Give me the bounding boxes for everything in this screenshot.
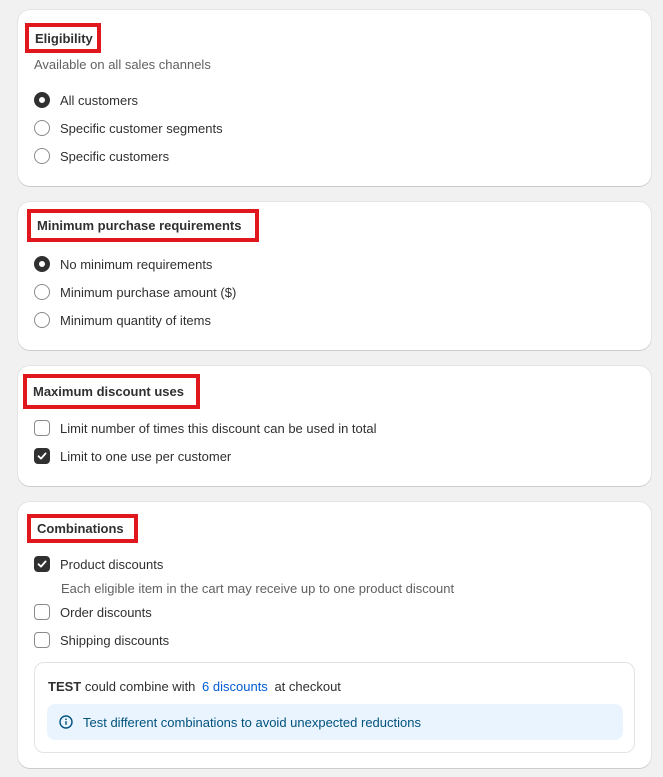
checkbox-label: Shipping discounts <box>60 632 170 648</box>
radio-all-customers[interactable]: All customers <box>34 92 138 108</box>
radio-label: Specific customer segments <box>60 120 223 136</box>
checkbox-label: Order discounts <box>60 604 152 620</box>
eligibility-subtitle: Available on all sales channels <box>34 57 211 72</box>
radio-no-minimum[interactable]: No minimum requirements <box>34 256 212 272</box>
summary-text-after: at checkout <box>274 679 341 694</box>
checkmark-icon <box>37 452 47 460</box>
minimum-purchase-title: Minimum purchase requirements <box>27 209 259 242</box>
discounts-link[interactable]: 6 discounts <box>202 679 268 694</box>
checkbox-checked[interactable] <box>34 556 50 572</box>
info-banner: Test different combinations to avoid une… <box>47 704 623 740</box>
product-discounts-help-text: Each eligible item in the cart may recei… <box>61 581 455 596</box>
checkbox-label: Limit to one use per customer <box>60 448 232 464</box>
combinations-card: Combinations Product discounts Each elig… <box>18 502 651 768</box>
radio-label: Minimum quantity of items <box>60 312 211 328</box>
checkbox-shipping-discounts[interactable]: Shipping discounts <box>34 632 169 648</box>
checkbox-label: Product discounts <box>60 556 164 572</box>
discount-code: TEST <box>48 679 82 694</box>
combinations-title: Combinations <box>27 514 138 543</box>
combination-summary: TEST could combine with 6 discounts at c… <box>48 679 341 694</box>
radio-button-selected[interactable] <box>34 92 50 108</box>
checkbox[interactable] <box>34 604 50 620</box>
radio-specific-customers[interactable]: Specific customers <box>34 148 169 164</box>
checkbox[interactable] <box>34 420 50 436</box>
radio-button[interactable] <box>34 312 50 328</box>
checkbox-order-discounts[interactable]: Order discounts <box>34 604 152 620</box>
info-banner-text: Test different combinations to avoid une… <box>83 714 421 730</box>
radio-label: Specific customers <box>60 148 170 164</box>
radio-minimum-quantity[interactable]: Minimum quantity of items <box>34 312 211 328</box>
maximum-uses-title: Maximum discount uses <box>23 374 200 409</box>
eligibility-title: Eligibility <box>25 23 101 53</box>
radio-label: No minimum requirements <box>60 256 213 272</box>
minimum-purchase-card: Minimum purchase requirements No minimum… <box>18 202 651 350</box>
summary-text-before: could combine with <box>84 679 196 694</box>
radio-minimum-amount[interactable]: Minimum purchase amount ($) <box>34 284 236 300</box>
checkbox-product-discounts[interactable]: Product discounts <box>34 556 163 572</box>
radio-specific-customer-segments[interactable]: Specific customer segments <box>34 120 223 136</box>
checkbox[interactable] <box>34 632 50 648</box>
checkbox-label: Limit number of times this discount can … <box>60 420 377 436</box>
checkbox-limit-total[interactable]: Limit number of times this discount can … <box>34 420 377 436</box>
checkbox-checked[interactable] <box>34 448 50 464</box>
radio-label: Minimum purchase amount ($) <box>60 284 237 300</box>
radio-button[interactable] <box>34 284 50 300</box>
radio-button-selected[interactable] <box>34 256 50 272</box>
radio-button[interactable] <box>34 148 50 164</box>
combination-summary-box: TEST could combine with 6 discounts at c… <box>34 662 635 753</box>
info-icon <box>59 715 73 729</box>
maximum-uses-card: Maximum discount uses Limit number of ti… <box>18 366 651 486</box>
radio-label: All customers <box>60 92 139 108</box>
checkmark-icon <box>37 560 47 568</box>
checkbox-limit-one-per-customer[interactable]: Limit to one use per customer <box>34 448 231 464</box>
eligibility-card: Eligibility Available on all sales chann… <box>18 10 651 186</box>
radio-button[interactable] <box>34 120 50 136</box>
